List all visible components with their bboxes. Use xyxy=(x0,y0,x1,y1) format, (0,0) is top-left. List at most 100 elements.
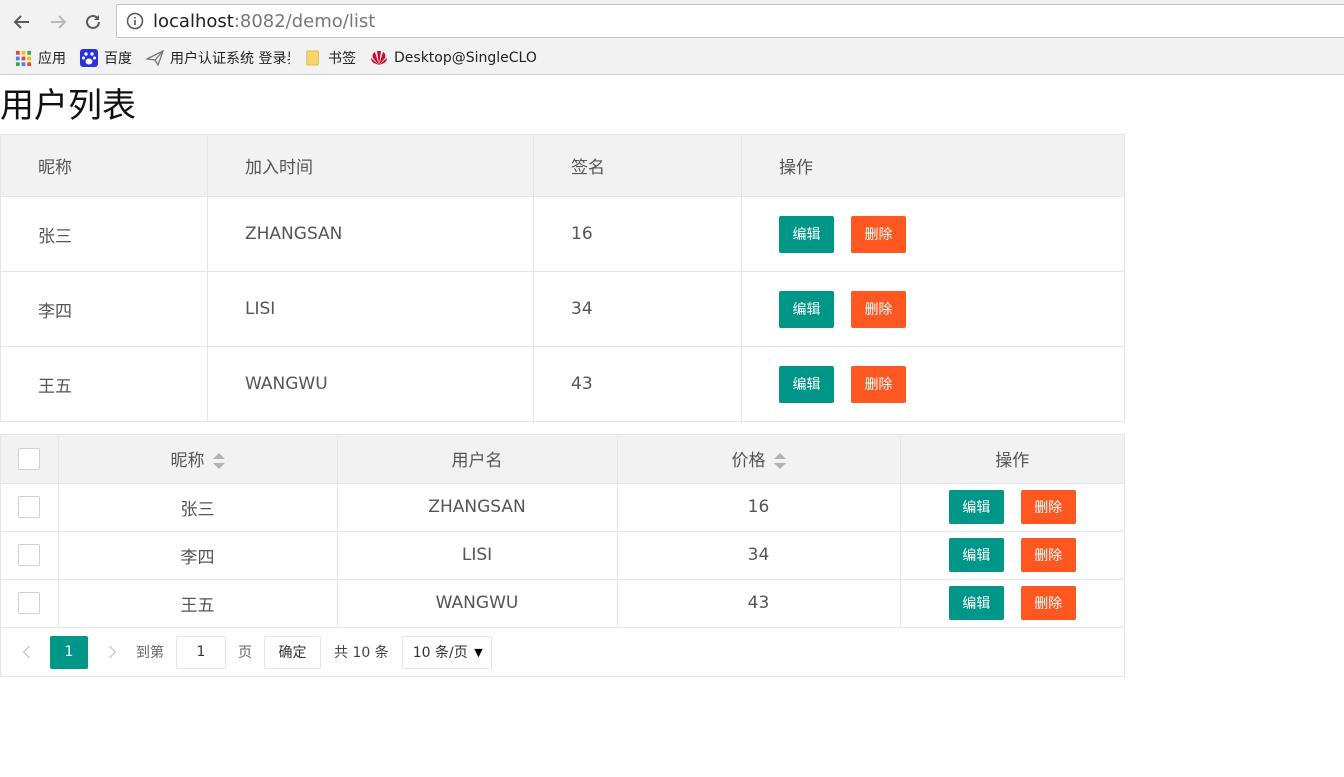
next-page-icon[interactable] xyxy=(100,640,124,664)
total-count: 共 10 条 xyxy=(334,645,389,661)
table-header-row: 昵称 加入时间 签名 操作 xyxy=(0,134,1125,197)
cell-actions: 编辑 删除 xyxy=(741,346,1125,422)
cell-select xyxy=(1,531,59,580)
apps-grid-icon xyxy=(14,49,32,67)
bookmark-label: 百度 xyxy=(104,51,132,67)
header-nickname[interactable]: 昵称 xyxy=(58,435,338,484)
header-actions: 操作 xyxy=(900,435,1124,484)
cell-nickname: 张三 xyxy=(58,483,338,532)
row-checkbox[interactable] xyxy=(18,544,41,566)
bookmark-desktop[interactable]: Desktop@SingleCLOUD xyxy=(370,49,538,67)
page-title: 用户列表 xyxy=(0,86,136,126)
header-nickname: 昵称 xyxy=(0,134,208,197)
cell-join-time: WANGWU xyxy=(207,346,534,422)
data-grid: 昵称 用户名 价格 操作 张三 ZHANGSAN 16 编辑 删除 李四 LISI… xyxy=(0,434,1125,677)
delete-button[interactable]: 删除 xyxy=(1020,538,1076,572)
delete-button[interactable]: 删除 xyxy=(851,365,906,403)
url-path: :8082/demo/list xyxy=(233,10,376,32)
edit-button[interactable]: 编辑 xyxy=(948,490,1004,524)
table-row: 张三 ZHANGSAN 16 编辑 删除 xyxy=(0,196,1125,272)
edit-button[interactable]: 编辑 xyxy=(779,365,834,403)
goto-label: 到第 xyxy=(136,645,164,661)
cell-nickname: 王五 xyxy=(0,346,208,422)
bookmark-label: 用户认证系统 登录界面 xyxy=(170,51,290,67)
header-select-all xyxy=(1,435,59,484)
cell-actions: 编辑 删除 xyxy=(741,196,1125,272)
delete-button[interactable]: 删除 xyxy=(851,215,906,253)
huawei-logo-icon xyxy=(370,49,388,67)
reload-icon xyxy=(86,14,100,29)
bookmark-folder[interactable]: 书签 xyxy=(304,48,356,68)
table-row: 王五 WANGWU 43 编辑 删除 xyxy=(0,346,1125,422)
edit-button[interactable]: 编辑 xyxy=(948,586,1004,620)
edit-button[interactable]: 编辑 xyxy=(779,290,834,328)
confirm-button[interactable]: 确定 xyxy=(264,635,321,669)
back-arrow-icon xyxy=(13,15,29,29)
delete-button[interactable]: 删除 xyxy=(1020,586,1076,620)
header-join-time: 加入时间 xyxy=(207,134,534,197)
row-checkbox[interactable] xyxy=(18,496,41,518)
bookmark-label: 应用 xyxy=(38,51,66,67)
address-bar[interactable]: localhost:8082/demo/list xyxy=(116,4,1344,38)
browser-chrome: localhost:8082/demo/list 应用 百度 用户认证系统 登录 xyxy=(0,0,1344,75)
cell-join-time: LISI xyxy=(207,271,534,347)
cell-signature: 43 xyxy=(533,346,742,422)
select-all-checkbox[interactable] xyxy=(18,447,41,470)
prev-page-icon[interactable] xyxy=(15,640,39,664)
cell-username: ZHANGSAN xyxy=(337,483,618,532)
cell-nickname: 王五 xyxy=(58,579,338,628)
page-size-value: 10 条/页 xyxy=(412,645,468,661)
table-row: 张三 ZHANGSAN 16 编辑 删除 xyxy=(1,483,1124,532)
bookmark-label: Desktop@SingleCLOUD xyxy=(394,50,538,66)
page-number-current[interactable]: 1 xyxy=(50,635,88,669)
forward-button[interactable] xyxy=(45,9,71,35)
paper-plane-icon xyxy=(146,49,164,67)
cell-nickname: 李四 xyxy=(58,531,338,580)
bookmarks-bar: 应用 百度 用户认证系统 登录界面 书签 Desktop@SingleCLOUD xyxy=(0,44,538,72)
header-username: 用户名 xyxy=(337,435,618,484)
delete-button[interactable]: 删除 xyxy=(1020,490,1076,524)
page-size-select[interactable]: 10 条/页 ▼ xyxy=(401,635,492,669)
folder-icon xyxy=(304,49,322,67)
cell-actions: 编辑 删除 xyxy=(741,271,1125,347)
cell-signature: 34 xyxy=(533,271,742,347)
cell-price: 34 xyxy=(617,531,901,580)
dropdown-caret-icon: ▼ xyxy=(474,645,483,659)
bookmark-apps[interactable]: 应用 xyxy=(14,48,66,68)
cell-select xyxy=(1,483,59,532)
header-signature: 签名 xyxy=(533,134,742,197)
header-price[interactable]: 价格 xyxy=(617,435,901,484)
cell-username: LISI xyxy=(337,531,618,580)
edit-button[interactable]: 编辑 xyxy=(779,215,834,253)
goto-page-input[interactable] xyxy=(176,635,226,669)
cell-username: WANGWU xyxy=(337,579,618,628)
data-grid-table: 昵称 用户名 价格 操作 张三 ZHANGSAN 16 编辑 删除 李四 LISI… xyxy=(1,435,1124,628)
bookmark-baidu[interactable]: 百度 xyxy=(80,48,132,68)
cell-price: 16 xyxy=(617,483,901,532)
header-actions: 操作 xyxy=(741,134,1125,197)
bookmark-auth-system[interactable]: 用户认证系统 登录界面 xyxy=(146,48,290,68)
pagination: 1 到第 页 确定 共 10 条 10 条/页 ▼ xyxy=(1,627,1124,677)
bookmark-label: 书签 xyxy=(328,51,356,67)
cell-actions: 编辑 删除 xyxy=(900,579,1124,628)
row-checkbox[interactable] xyxy=(18,592,41,614)
url-text: localhost:8082/demo/list xyxy=(153,11,375,32)
reload-button[interactable] xyxy=(80,9,106,35)
grid-header-row: 昵称 用户名 价格 操作 xyxy=(1,435,1124,484)
cell-actions: 编辑 删除 xyxy=(900,483,1124,532)
delete-button[interactable]: 删除 xyxy=(851,290,906,328)
cell-actions: 编辑 删除 xyxy=(900,531,1124,580)
info-icon[interactable] xyxy=(125,11,145,31)
baidu-paw-icon xyxy=(80,49,98,67)
forward-arrow-icon xyxy=(51,15,67,29)
cell-select xyxy=(1,579,59,628)
cell-signature: 16 xyxy=(533,196,742,272)
table-row: 王五 WANGWU 43 编辑 删除 xyxy=(1,579,1124,628)
sort-icon[interactable] xyxy=(773,453,786,470)
back-button[interactable] xyxy=(9,9,35,35)
table-row: 李四 LISI 34 编辑 删除 xyxy=(0,271,1125,347)
cell-join-time: ZHANGSAN xyxy=(207,196,534,272)
table-row: 李四 LISI 34 编辑 删除 xyxy=(1,531,1124,580)
sort-icon[interactable] xyxy=(212,453,225,470)
edit-button[interactable]: 编辑 xyxy=(948,538,1004,572)
